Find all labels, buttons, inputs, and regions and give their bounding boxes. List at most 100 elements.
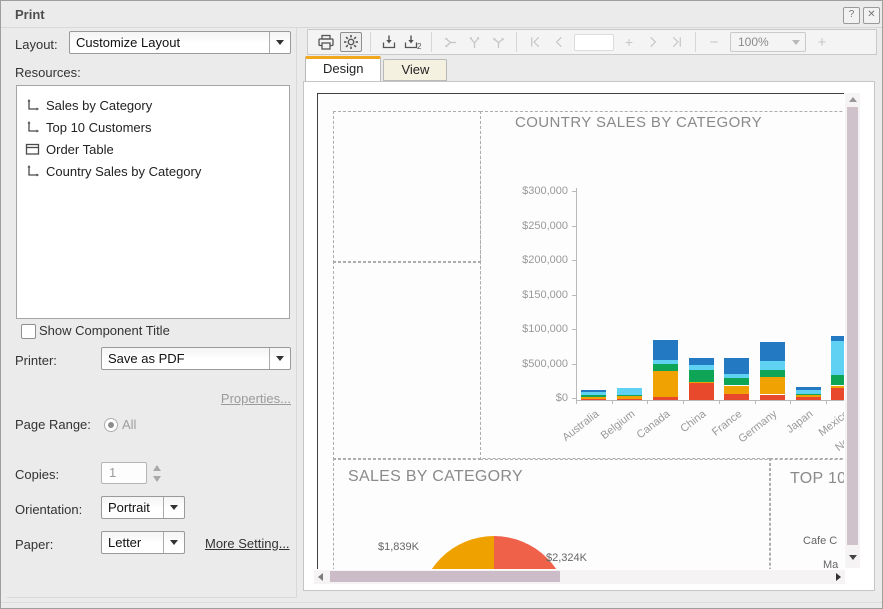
page-setup-button[interactable] (340, 32, 362, 52)
paper-select[interactable]: Letter (101, 531, 185, 554)
more-settings-link[interactable]: More Setting... (205, 536, 290, 551)
bar-segment-blue (831, 336, 844, 342)
orientation-value: Portrait (102, 500, 163, 515)
bar-segment-lightblue (653, 360, 678, 364)
layout-label: Layout: (15, 37, 58, 52)
resource-item[interactable]: Sales by Category (17, 94, 289, 116)
print-dialog: Print ? ✕ Layout: Customize Layout Resou… (0, 0, 883, 609)
resources-list[interactable]: Sales by Category Top 10 Customers Order T… (16, 85, 290, 319)
table-icon (25, 142, 41, 157)
tab-view[interactable]: View (383, 59, 447, 81)
printer-select[interactable]: Save as PDF (101, 347, 291, 370)
vertical-scrollbar[interactable] (845, 93, 860, 568)
toolbar-separator (516, 32, 517, 52)
zoom-value: 100% (731, 35, 787, 49)
x-tick-mark (719, 400, 720, 404)
scroll-down-icon[interactable] (849, 555, 857, 560)
scroll-up-icon[interactable] (849, 97, 857, 102)
y-axis-line (576, 188, 577, 400)
chevron-down-icon[interactable] (269, 348, 290, 369)
chevron-down-icon[interactable] (163, 532, 184, 553)
toolbar-separator (370, 32, 371, 52)
last-page-button (665, 31, 689, 53)
paper-label: Paper: (15, 537, 53, 552)
scroll-right-icon[interactable] (836, 573, 841, 581)
y-tick-label: $200,000 (508, 254, 568, 266)
vertical-scrollbar-thumb[interactable] (847, 107, 858, 545)
bar-segment-lightblue (796, 390, 821, 394)
y-tick-label: $300,000 (508, 185, 568, 197)
resource-item[interactable]: Country Sales by Category (17, 160, 289, 182)
bar-segment-red (796, 397, 821, 400)
svg-text:2: 2 (417, 42, 422, 50)
copies-input[interactable]: 1 (101, 462, 147, 484)
export-all-button[interactable]: 2 (401, 31, 425, 53)
tab-design[interactable]: Design (305, 56, 381, 81)
x-tick-mark (647, 400, 648, 404)
bar-segment-blue (653, 340, 678, 360)
orientation-select[interactable]: Portrait (101, 496, 185, 519)
bar-segment-lightblue (617, 388, 642, 395)
bar-segment-lightblue (760, 361, 785, 370)
x-axis-line (576, 400, 844, 401)
preview-viewport: COUNTRY SALES BY CATEGORY $300,000$250,0… (310, 88, 844, 569)
print-button[interactable] (314, 31, 338, 53)
x-tick-mark (755, 400, 756, 404)
bar-segment-orange (724, 386, 749, 394)
horizontal-scrollbar[interactable] (314, 570, 845, 584)
zoom-select[interactable]: 100% (730, 32, 806, 52)
toolbar-separator (695, 32, 696, 52)
horizontal-scrollbar-thumb[interactable] (330, 571, 560, 582)
copies-increment-icon[interactable] (153, 465, 161, 471)
bar-segment-orange (653, 371, 678, 397)
y-tick-mark (572, 260, 576, 261)
bar-segment-green (581, 395, 606, 396)
bar-segment-green (653, 364, 678, 371)
page-range-all-label: All (122, 417, 136, 432)
printer-value: Save as PDF (102, 351, 269, 366)
country-sales-bar-chart: $300,000$250,000$200,000$150,000$100,000… (318, 94, 844, 569)
prev-page-button (547, 31, 571, 53)
page-number-input[interactable] (574, 34, 614, 51)
layout-select[interactable]: Customize Layout (69, 31, 291, 54)
toolbar-separator (431, 32, 432, 52)
chart-axis-icon (25, 98, 41, 113)
preview-toolbar: 2+−100%+ (307, 29, 877, 55)
bar-segment-blue (581, 390, 606, 392)
resources-label: Resources: (15, 65, 81, 80)
bar-segment-orange (760, 377, 785, 394)
export-button[interactable] (377, 31, 401, 53)
merge-left-icon (438, 31, 462, 53)
y-tick-label: $0 (508, 392, 568, 404)
x-tick-mark (576, 400, 577, 404)
copies-decrement-icon[interactable] (153, 476, 161, 482)
chevron-down-icon[interactable] (269, 32, 290, 53)
bar-segment-orange (689, 382, 714, 383)
bar-segment-orange (831, 386, 844, 388)
resource-item[interactable]: Order Table (17, 138, 289, 160)
top10-category-label: Cafe C (803, 535, 837, 547)
chevron-down-icon[interactable] (787, 40, 805, 45)
properties-link[interactable]: Properties... (201, 391, 291, 406)
bar-segment-red (760, 395, 785, 401)
resource-label: Top 10 Customers (46, 120, 152, 135)
x-tick-mark (683, 400, 684, 404)
dialog-title: Print (15, 7, 45, 22)
bar-segment-green (689, 370, 714, 382)
scroll-left-icon[interactable] (318, 573, 323, 581)
copies-label: Copies: (15, 467, 59, 482)
bar-segment-green (724, 378, 749, 386)
page-plus-icon: + (617, 31, 641, 53)
bar-segment-blue (796, 387, 821, 390)
show-component-title-checkbox[interactable] (21, 324, 36, 339)
resource-item[interactable]: Top 10 Customers (17, 116, 289, 138)
y-tick-label: $100,000 (508, 323, 568, 335)
preview-tab-content: COUNTRY SALES BY CATEGORY $300,000$250,0… (303, 81, 875, 591)
chevron-down-icon[interactable] (163, 497, 184, 518)
paper-value: Letter (102, 535, 163, 550)
page-range-all-radio[interactable] (104, 418, 118, 432)
y-tick-label: $250,000 (508, 220, 568, 232)
split-icon (486, 31, 510, 53)
bar-segment-red (689, 383, 714, 400)
sales-chart-title: SALES BY CATEGORY (348, 468, 523, 486)
